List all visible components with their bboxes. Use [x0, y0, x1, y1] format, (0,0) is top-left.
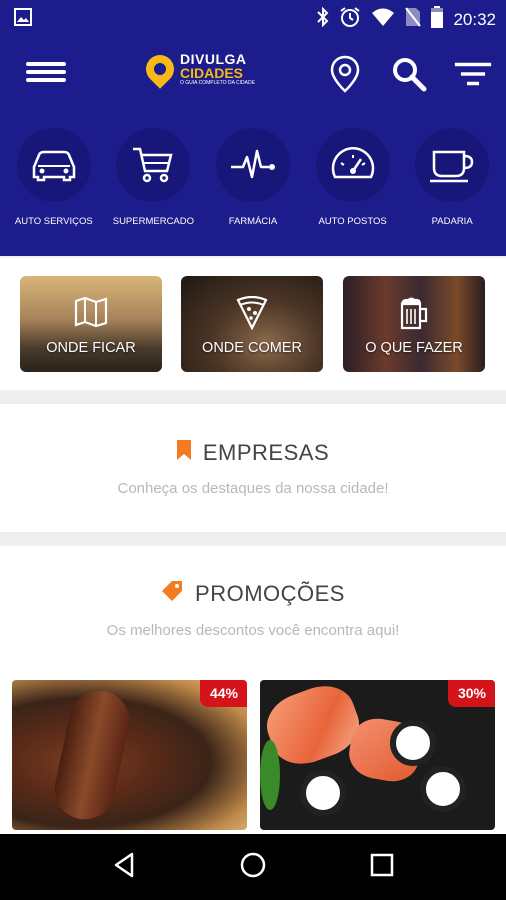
filter-button[interactable]: [454, 54, 492, 94]
recents-icon: [371, 853, 394, 876]
location-button[interactable]: [326, 54, 364, 94]
card-label: ONDE COMER: [202, 340, 302, 356]
location-pin-logo-icon: [140, 49, 180, 89]
battery-icon: [431, 6, 444, 33]
promo-card[interactable]: 30%: [260, 680, 495, 830]
promo-card[interactable]: 44%: [12, 680, 247, 830]
category-auto-postos[interactable]: AUTO POSTOS: [305, 128, 401, 227]
app-logo: DIVULGA CIDADES O GUIA COMPLETO DA CIDAD…: [140, 49, 255, 89]
car-icon: [32, 150, 76, 182]
image-icon: [14, 8, 32, 31]
category-padaria[interactable]: PADARIA: [404, 128, 500, 227]
discount-badge: 44%: [199, 680, 247, 707]
card-onde-ficar[interactable]: ONDE FICAR: [20, 276, 162, 372]
home-icon: [240, 852, 266, 877]
card-label: O QUE FAZER: [365, 340, 463, 356]
quick-access-section: ONDE FICAR ONDE COMER O QUE FAZER: [0, 258, 506, 390]
card-onde-comer[interactable]: ONDE COMER: [181, 276, 323, 372]
wifi-icon: [371, 7, 395, 32]
pulse-icon: [230, 149, 275, 179]
filter-icon: [454, 62, 492, 86]
category-supermercado[interactable]: SUPERMERCADO: [105, 128, 201, 227]
category-farmacia[interactable]: FARMÁCIA: [205, 128, 301, 227]
alarm-icon: [339, 6, 361, 33]
home-button[interactable]: [239, 851, 267, 884]
card-o-que-fazer[interactable]: O QUE FAZER: [343, 276, 485, 372]
tag-icon: [161, 580, 183, 608]
location-pin-icon: [330, 55, 360, 93]
section-subtitle: Os melhores descontos você encontra aqui…: [106, 622, 400, 639]
clock-time: 20:32: [453, 9, 496, 29]
search-icon: [393, 58, 427, 92]
category-auto-servicos[interactable]: AUTO SERVIÇOS: [6, 128, 102, 227]
gauge-icon: [331, 147, 374, 179]
status-bar: 20:32: [0, 0, 506, 36]
card-label: ONDE FICAR: [46, 340, 136, 356]
search-button[interactable]: [390, 54, 428, 94]
category-label: FARMÁCIA: [228, 216, 278, 227]
logo-line1: DIVULGA: [180, 51, 247, 67]
discount-badge: 30%: [447, 680, 495, 707]
category-label: AUTO SERVIÇOS: [14, 216, 93, 227]
recents-button[interactable]: [370, 853, 394, 882]
empresas-section[interactable]: EMPRESAS Conheça os destaques da nossa c…: [0, 404, 506, 532]
beer-icon: [398, 296, 430, 337]
category-label: SUPERMERCADO: [112, 216, 195, 227]
back-button[interactable]: [112, 852, 136, 883]
logo-tagline: O GUIA COMPLETO DA CIDADE: [180, 80, 255, 86]
category-bar: AUTO SERVIÇOS SUPERMERCADO FARMÁCIA AUTO…: [0, 128, 506, 227]
category-label: AUTO POSTOS: [318, 216, 387, 227]
cart-icon: [133, 147, 173, 183]
promo-image-churrasco: [49, 685, 135, 825]
section-title: EMPRESAS: [202, 440, 330, 465]
no-sim-icon: [405, 7, 422, 32]
logo-line2: CIDADES: [180, 65, 244, 81]
bluetooth-icon: [317, 6, 329, 32]
section-title: PROMOÇÕES: [195, 581, 345, 606]
cup-icon: [430, 150, 474, 183]
category-label: PADARIA: [431, 216, 473, 227]
pizza-icon: [235, 295, 269, 335]
bookmark-icon: [176, 440, 191, 466]
back-icon: [114, 852, 133, 877]
section-subtitle: Conheça os destaques da nossa cidade!: [117, 480, 389, 497]
map-icon: [74, 296, 108, 333]
menu-button[interactable]: [26, 58, 66, 88]
app-header: DIVULGA CIDADES O GUIA COMPLETO DA CIDAD…: [0, 36, 506, 256]
system-navigation-bar: [0, 834, 506, 900]
